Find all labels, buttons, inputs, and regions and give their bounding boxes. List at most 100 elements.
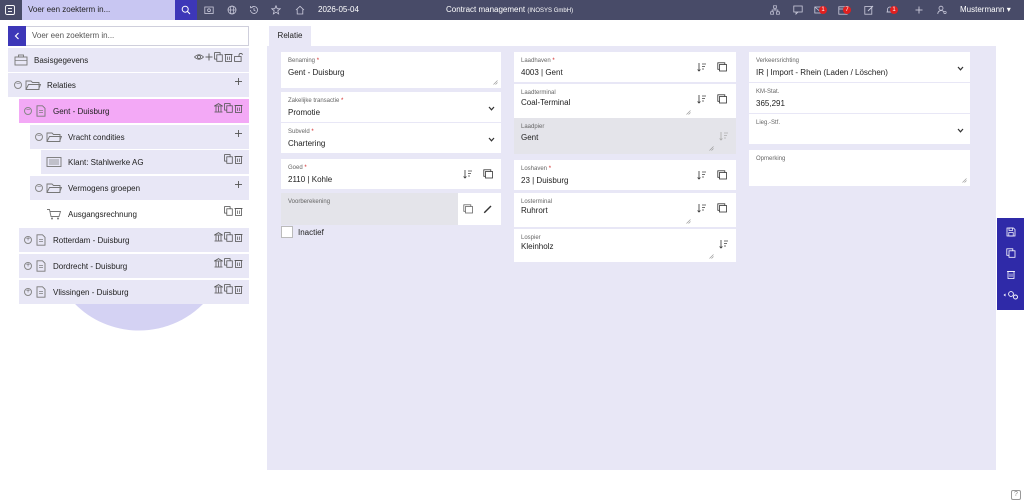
sort-icon[interactable]	[697, 170, 707, 180]
tree-node-klant[interactable]: Klant: Stahlwerke AG	[41, 150, 249, 174]
tree-node-vlissingen-duisburg[interactable]: + Vlissingen - Duisburg	[19, 280, 249, 304]
delete-icon[interactable]	[234, 284, 243, 294]
expand-toggle[interactable]: +	[24, 236, 32, 244]
help-icon[interactable]: ?	[1011, 490, 1021, 500]
checkbox-box[interactable]	[281, 226, 293, 238]
delete-icon[interactable]	[234, 154, 243, 164]
notification-icon[interactable]: 1	[882, 0, 898, 20]
save-button[interactable]	[997, 221, 1024, 242]
tree-node-gent-duisburg[interactable]: − Gent - Duisburg	[19, 99, 249, 123]
globe-icon[interactable]	[224, 0, 240, 20]
delete-icon[interactable]	[234, 232, 243, 242]
search-icon[interactable]	[175, 0, 197, 20]
liegstf-select[interactable]: Lieg.-Stf.	[749, 114, 970, 144]
tree-node-vracht-condities[interactable]: − Vracht condities	[30, 125, 249, 149]
copy-icon[interactable]	[224, 103, 233, 113]
add-icon[interactable]	[234, 129, 243, 139]
copy-icon[interactable]	[224, 154, 233, 164]
open-window-icon[interactable]	[717, 94, 727, 104]
bank-icon[interactable]	[214, 103, 223, 113]
open-window-icon[interactable]	[463, 204, 473, 214]
copy-icon[interactable]	[224, 258, 233, 268]
copy-icon[interactable]	[224, 206, 233, 216]
user-settings-icon[interactable]	[934, 0, 950, 20]
open-window-icon[interactable]	[483, 169, 493, 179]
tree-node-rotterdam-duisburg[interactable]: + Rotterdam - Duisburg	[19, 228, 249, 252]
tree-node-basisgegevens[interactable]: Basisgegevens	[8, 48, 249, 72]
expand-toggle[interactable]: +	[24, 262, 32, 270]
add-icon[interactable]	[234, 180, 243, 190]
resize-handle-icon[interactable]	[686, 219, 691, 224]
delete-icon[interactable]	[234, 206, 243, 216]
tree-node-ausgangsrechnung[interactable]: Ausgangsrechnung	[41, 202, 208, 226]
resize-handle-icon[interactable]	[686, 110, 691, 115]
collapse-toggle[interactable]: −	[35, 184, 43, 192]
home-icon[interactable]	[292, 0, 308, 20]
settings-button[interactable]	[997, 284, 1024, 305]
calendar-icon[interactable]: 7	[835, 0, 851, 20]
open-window-icon[interactable]	[717, 203, 727, 213]
delete-button[interactable]	[997, 263, 1024, 284]
sort-icon[interactable]	[697, 203, 707, 213]
history-icon[interactable]	[246, 0, 262, 20]
back-button[interactable]	[8, 26, 26, 46]
delete-icon[interactable]	[224, 52, 233, 62]
plus-icon[interactable]	[911, 0, 927, 20]
resize-handle-icon[interactable]	[493, 80, 498, 85]
lospier-field[interactable]: Lospier Kleinholz	[514, 229, 736, 262]
loshaven-field[interactable]: Loshaven * 23 | Duisburg	[514, 160, 736, 190]
benaming-field[interactable]: Benaming * Gent - Duisburg	[281, 52, 501, 88]
view-icon[interactable]	[194, 52, 204, 62]
sort-icon[interactable]	[719, 239, 729, 249]
bank-icon[interactable]	[214, 258, 223, 268]
tree-node-dordrecht-duisburg[interactable]: + Dordrecht - Duisburg	[19, 254, 249, 278]
unlock-icon[interactable]	[234, 52, 243, 62]
copy-icon[interactable]	[214, 52, 223, 62]
laadhaven-field[interactable]: Laadhaven * 4003 | Gent	[514, 52, 736, 82]
pencil-icon[interactable]	[483, 204, 493, 214]
duplicate-button[interactable]	[997, 242, 1024, 263]
copy-icon[interactable]	[224, 232, 233, 242]
delete-icon[interactable]	[234, 258, 243, 268]
collapse-toggle[interactable]: −	[24, 107, 32, 115]
sort-icon[interactable]	[697, 94, 707, 104]
transactie-select[interactable]: Zakelijke transactie * Promotie	[281, 92, 501, 122]
sort-icon[interactable]	[463, 169, 473, 179]
losterminal-field[interactable]: Losterminal Ruhrort	[514, 193, 736, 227]
open-window-icon[interactable]	[717, 62, 727, 72]
global-search-input[interactable]: Voer een zoekterm in...	[22, 0, 175, 20]
opmerking-field[interactable]: Opmerking	[749, 150, 970, 186]
delete-icon[interactable]	[234, 103, 243, 113]
add-icon[interactable]	[205, 52, 213, 62]
bank-icon[interactable]	[214, 284, 223, 294]
resize-handle-icon[interactable]	[962, 178, 967, 183]
folder-icon[interactable]	[201, 0, 217, 20]
user-menu[interactable]: Mustermann ▾	[960, 0, 1011, 20]
network-icon[interactable]	[767, 0, 783, 20]
bank-icon[interactable]	[214, 232, 223, 242]
edit-icon[interactable]	[861, 0, 877, 20]
kmstat-value: 365,291	[756, 99, 785, 108]
subveld-select[interactable]: Subveld * Chartering	[281, 123, 501, 153]
tab-relatie[interactable]: Relatie	[269, 26, 311, 46]
tree-search-input[interactable]: Voer een zoekterm in...	[26, 26, 249, 46]
inactief-checkbox[interactable]: Inactief	[281, 226, 324, 238]
copy-icon[interactable]	[224, 284, 233, 294]
tree-node-relaties[interactable]: − Relaties	[8, 73, 249, 97]
menu-icon[interactable]	[0, 0, 20, 20]
laadterminal-field[interactable]: Laadterminal Coal-Terminal	[514, 84, 736, 118]
open-window-icon[interactable]	[717, 170, 727, 180]
goed-field[interactable]: Goed * 2110 | Kohle	[281, 159, 501, 189]
collapse-toggle[interactable]: −	[35, 133, 43, 141]
message-icon[interactable]	[790, 0, 806, 20]
verkeersrichting-select[interactable]: Verkeersrichting IR | Import - Rhein (La…	[749, 52, 970, 82]
star-icon[interactable]	[268, 0, 284, 20]
expand-toggle[interactable]: +	[24, 288, 32, 296]
add-icon[interactable]	[234, 77, 243, 87]
mail-icon[interactable]: 1	[811, 0, 827, 20]
collapse-toggle[interactable]: −	[14, 81, 22, 89]
kmstat-field[interactable]: KM-Stat. 365,291	[749, 83, 970, 113]
sort-icon[interactable]	[697, 62, 707, 72]
tree-node-vermogens-groepen[interactable]: − Vermogens groepen	[30, 176, 249, 200]
resize-handle-icon[interactable]	[709, 254, 714, 259]
